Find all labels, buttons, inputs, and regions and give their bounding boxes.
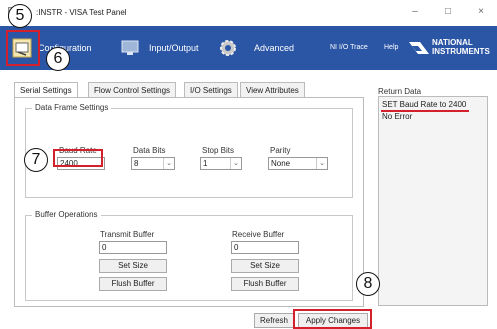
window-title: :INSTR - VISA Test Panel [36,8,127,17]
return-data-line: No Error [382,112,413,121]
data-bits-select[interactable]: 8 ⌄ [131,157,175,170]
parity-select[interactable]: None ⌄ [268,157,328,170]
transmit-buffer-value: 0 [102,243,107,252]
tab-view-attributes[interactable]: View Attributes [240,82,305,98]
close-button[interactable]: × [470,3,492,21]
data-bits-label: Data Bits [133,146,166,155]
transmit-set-size-button[interactable]: Set Size [99,259,167,273]
chevron-down-icon: ⌄ [316,158,327,169]
receive-buffer-input[interactable]: 0 [231,241,299,254]
callout-8: 8 [356,272,380,296]
stop-bits-label: Stop Bits [202,146,235,155]
title-bar: :INSTR - VISA Test Panel – □ × [0,0,497,26]
serial-settings-panel: Data Frame Settings Baud Rate 2400 Data … [14,97,364,307]
return-data-line: SET Baud Rate to 2400 [382,100,467,109]
input-output-label: Input/Output [149,43,199,53]
brand-line2: INSTRUMENTS [432,47,490,56]
tab-io-settings[interactable]: I/O Settings [184,82,238,98]
receive-buffer-label: Receive Buffer [232,230,285,239]
highlight-apply-changes [293,309,372,329]
receive-flush-buffer-button[interactable]: Flush Buffer [231,277,299,291]
receive-set-size-button[interactable]: Set Size [231,259,299,273]
data-bits-value: 8 [134,159,139,168]
ni-logo: NATIONAL INSTRUMENTS [408,26,497,70]
refresh-button[interactable]: Refresh [254,313,294,328]
advanced-label: Advanced [254,43,295,53]
brand-line1: NATIONAL [432,38,473,47]
input-output-tab[interactable]: Input/Output [120,26,220,70]
maximize-button[interactable]: □ [437,3,459,21]
parity-value: None [271,159,291,168]
data-frame-legend: Data Frame Settings [32,103,112,112]
highlight-configuration [6,30,40,66]
callout-7: 7 [24,148,48,172]
minimize-button[interactable]: – [404,3,426,21]
input-output-icon [121,40,139,55]
ni-eagle-icon [409,42,429,54]
advanced-tab[interactable]: Advanced [218,26,318,70]
parity-label: Parity [270,146,291,155]
stop-bits-value: 1 [203,159,208,168]
return-data-label: Return Data [378,87,422,96]
transmit-flush-buffer-button[interactable]: Flush Buffer [99,277,167,291]
buffer-operations-group: Buffer Operations Transmit Buffer 0 Set … [25,210,353,301]
chevron-down-icon: ⌄ [163,158,174,169]
gear-icon [220,40,236,56]
transmit-buffer-label: Transmit Buffer [100,230,155,239]
stop-bits-select[interactable]: 1 ⌄ [200,157,242,170]
receive-buffer-value: 0 [234,243,239,252]
tab-flow-control-settings[interactable]: Flow Control Settings [88,82,177,98]
transmit-buffer-input[interactable]: 0 [99,241,167,254]
callout-5: 5 [8,4,32,28]
return-data-box: SET Baud Rate to 2400 No Error [378,96,488,306]
highlight-baud-rate [53,149,103,167]
help-link[interactable]: Help [384,44,398,51]
buffer-operations-legend: Buffer Operations [32,210,101,219]
toolbar: Configuration Input/Output Advanced NI I… [0,26,497,70]
ni-io-trace-link[interactable]: NI I/O Trace [330,44,368,51]
chevron-down-icon: ⌄ [230,158,241,169]
callout-6: 6 [46,47,70,71]
